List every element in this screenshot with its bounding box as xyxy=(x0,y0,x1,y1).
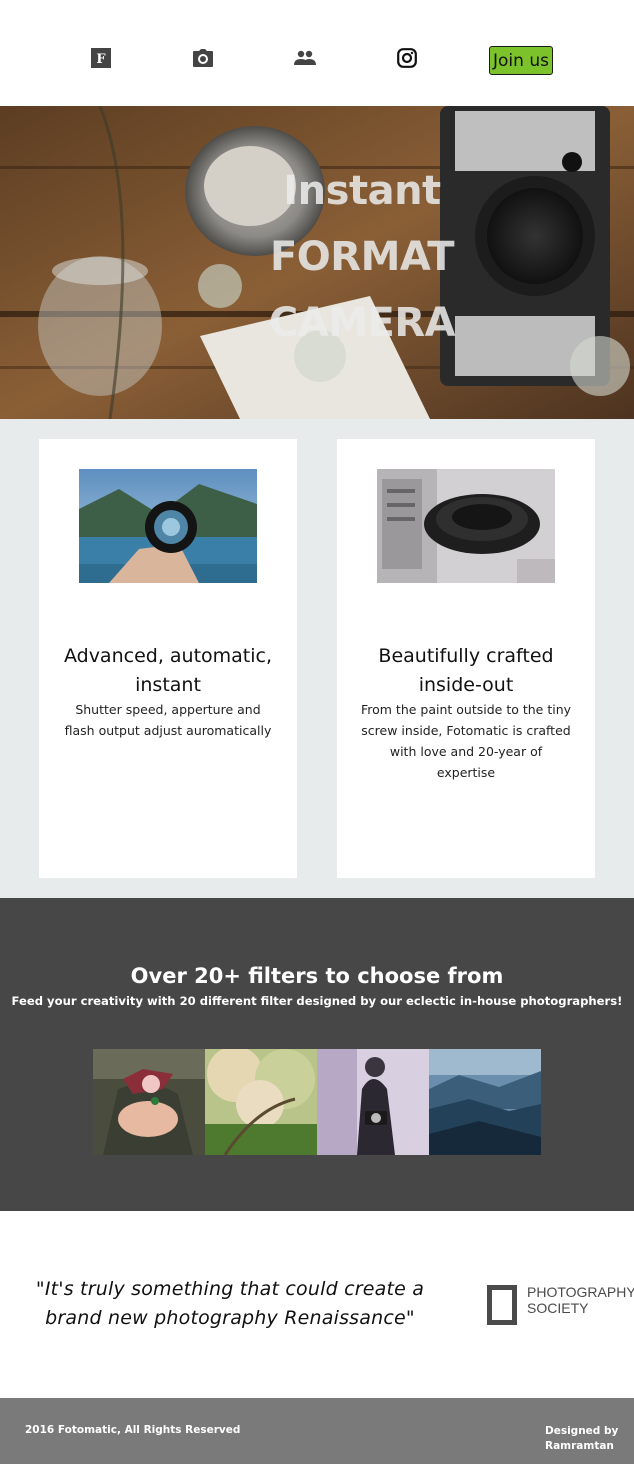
instagram-icon[interactable] xyxy=(397,46,417,70)
filter-sample-image[interactable] xyxy=(429,1049,541,1155)
photography-society-logo: PHOTOGRAPHY SOCIETY xyxy=(487,1284,634,1325)
hero-title-line: Instant xyxy=(283,168,441,214)
feature-description: Shutter speed, apperture and flash outpu… xyxy=(64,702,272,738)
testimonial-section: "It's truly something that could create … xyxy=(0,1211,634,1398)
testimonial-quote: "It's truly something that could create … xyxy=(35,1278,425,1329)
filter-sample-image[interactable] xyxy=(205,1049,317,1155)
filter-sample-image[interactable] xyxy=(317,1049,429,1155)
credit-line: Ramramtan xyxy=(545,1440,614,1452)
filter-gallery xyxy=(93,1049,541,1155)
feature-title: Beautifully crafted inside-out xyxy=(378,645,554,696)
logo-square-icon xyxy=(487,1285,517,1325)
hero-banner: Instant FORMAT CAMERA xyxy=(0,106,634,419)
filter-sample-image[interactable] xyxy=(93,1049,205,1155)
logo-line: PHOTOGRAPHY xyxy=(527,1284,634,1300)
feature-description: From the paint outside to the tiny screw… xyxy=(360,702,572,780)
logo-line: SOCIETY xyxy=(527,1300,589,1316)
hero-title: Instant FORMAT CAMERA xyxy=(262,158,462,356)
copyright-text: 2016 Fotomatic, All Rights Reserved xyxy=(25,1424,241,1436)
filters-title: Over 20+ filters to choose from xyxy=(130,964,504,988)
feature-card: Beautifully crafted inside-out From the … xyxy=(337,439,595,878)
hero-title-line: FORMAT xyxy=(269,234,455,280)
top-nav: F Join us xyxy=(0,0,634,106)
page-footer: 2016 Fotomatic, All Rights Reserved Desi… xyxy=(0,1398,634,1464)
feature-card: Advanced, automatic, instant Shutter spe… xyxy=(39,439,297,878)
lens-in-hand-image xyxy=(79,469,257,583)
feature-title: Advanced, automatic, instant xyxy=(63,645,273,696)
credit-line: Designed by xyxy=(545,1425,619,1437)
join-us-button[interactable]: Join us xyxy=(489,46,553,75)
filters-subtitle: Feed your creativity with 20 different f… xyxy=(11,994,623,1008)
hero-title-line: CAMERA xyxy=(268,300,456,346)
fotomatic-logo-icon[interactable]: F xyxy=(91,46,111,70)
designer-credit: Designed by Ramramtan xyxy=(545,1424,618,1454)
svg-text:F: F xyxy=(96,52,106,67)
filters-section: Over 20+ filters to choose from Feed you… xyxy=(0,898,634,1211)
features-section: Advanced, automatic, instant Shutter spe… xyxy=(0,419,634,898)
camera-icon[interactable] xyxy=(192,46,214,70)
camera-lens-closeup-image xyxy=(377,469,555,583)
people-icon[interactable] xyxy=(294,46,316,70)
